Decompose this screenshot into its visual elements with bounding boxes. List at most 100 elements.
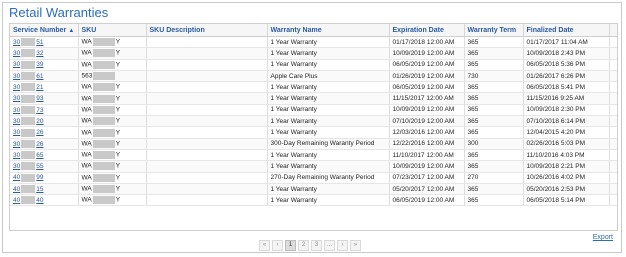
table-row[interactable]: 30 61 563 Apple Care Plus 01/26/2019 12:00 A… <box>10 70 617 83</box>
service-number-link[interactable]: 30 26 <box>13 139 43 148</box>
pager-page-1[interactable]: 1 <box>285 240 296 251</box>
cell-warranty-term: 365 <box>464 81 524 94</box>
cell-sku: WA Y <box>78 138 147 150</box>
service-number-link[interactable]: 30 51 <box>13 38 43 47</box>
table-row[interactable]: 40 40 WA Y 1 Year Warranty 06/05/2019 12:00 A… <box>10 194 617 207</box>
pager-first-button[interactable]: « <box>259 240 270 251</box>
service-number-link[interactable]: 30 39 <box>13 60 43 69</box>
cell-sku: WA Y <box>78 92 147 105</box>
pager-page-2[interactable]: 2 <box>298 240 309 251</box>
col-header-warranty-name[interactable]: Warranty Name <box>267 24 390 37</box>
pager-more-button[interactable]: ... <box>324 240 335 251</box>
table-row[interactable]: 30 73 WA Y 1 Year Warranty 10/09/2019 12:00 A… <box>10 104 617 117</box>
table-row[interactable]: 30 39 WA Y 1 Year Warranty 06/05/2019 12:00 A… <box>10 59 617 71</box>
cell-sku-description <box>146 194 268 207</box>
col-header-sku-description[interactable]: SKU Description <box>146 24 268 37</box>
service-number-link[interactable]: 40 40 <box>13 196 43 205</box>
cell-finalized-date: 01/26/2017 6:26 PM <box>523 70 610 83</box>
redacted-block <box>92 173 115 182</box>
service-number-link[interactable]: 30 73 <box>13 105 43 114</box>
cell-service-number[interactable]: 30 32 <box>10 47 79 60</box>
cell-service-number[interactable]: 30 55 <box>10 160 79 173</box>
redacted-block <box>92 139 115 148</box>
cell-service-number[interactable]: 40 40 <box>10 194 79 207</box>
table-row[interactable]: 30 26 WA Y 300-Day Remaining Waranty Period 1… <box>10 138 617 150</box>
col-header-warranty-term[interactable]: Warranty Term <box>464 24 524 37</box>
redacted-block <box>92 185 115 193</box>
cell-sku-description <box>146 160 268 173</box>
cell-spacer <box>609 115 617 128</box>
cell-warranty-name: 270-Day Remaining Waranty Period <box>267 172 390 184</box>
pager-last-button[interactable]: » <box>350 240 361 251</box>
table-row[interactable]: 30 65 WA Y 1 Year Warranty 11/10/2017 12:00 A… <box>10 149 617 162</box>
col-header-service-number[interactable]: Service Number ▲ <box>10 24 79 37</box>
table-row[interactable]: 40 99 WA Y 270-Day Remaining Waranty Period 0… <box>10 172 617 184</box>
cell-service-number[interactable]: 30 51 <box>10 36 79 49</box>
service-number-link[interactable]: 30 32 <box>13 49 43 58</box>
service-number-link[interactable]: 30 55 <box>13 162 43 171</box>
redacted-block <box>92 38 115 47</box>
grid-header-row: Service Number ▲ SKU SKU Description Warr… <box>10 24 617 37</box>
table-row[interactable]: 30 20 WA Y 1 Year Warranty 07/10/2019 12:00 A… <box>10 115 617 128</box>
cell-service-number[interactable]: 30 39 <box>10 59 79 71</box>
cell-warranty-term: 730 <box>464 70 524 83</box>
cell-spacer <box>609 81 617 94</box>
service-number-link[interactable]: 40 99 <box>13 173 43 182</box>
table-row[interactable]: 30 32 WA Y 1 Year Warranty 10/09/2019 12:00 A… <box>10 47 617 60</box>
service-number-link[interactable]: 30 93 <box>13 94 43 103</box>
redacted-block <box>21 38 36 47</box>
pager: « ‹ 1 2 3 ... › » <box>259 240 361 251</box>
cell-sku-description <box>146 92 268 105</box>
cell-service-number[interactable]: 30 65 <box>10 149 79 162</box>
col-header-sku[interactable]: SKU <box>78 24 147 37</box>
cell-service-number[interactable]: 30 93 <box>10 92 79 105</box>
redacted-block <box>21 83 36 92</box>
service-number-link[interactable]: 30 20 <box>13 117 43 126</box>
cell-warranty-term: 300 <box>464 138 524 150</box>
cell-service-number[interactable]: 40 99 <box>10 172 79 184</box>
pager-next-button[interactable]: › <box>337 240 348 251</box>
warranties-grid: Service Number ▲ SKU SKU Description Warr… <box>9 23 618 231</box>
table-row[interactable]: 30 51 WA Y 1 Year Warranty 01/17/2018 12:00 A… <box>10 36 617 49</box>
col-header-expiration-date[interactable]: Expiration Date <box>389 24 465 37</box>
retail-warranties-panel: Retail Warranties Service Number ▲ SKU SK… <box>2 2 622 253</box>
cell-sku-description <box>146 47 268 60</box>
cell-expiration-date: 11/15/2017 12:00 AM <box>389 92 465 105</box>
cell-warranty-name: Apple Care Plus <box>267 70 390 83</box>
cell-expiration-date: 07/23/2017 12:00 AM <box>389 172 465 184</box>
redacted-block <box>21 185 36 193</box>
cell-service-number[interactable]: 30 20 <box>10 115 79 128</box>
cell-spacer <box>609 47 617 60</box>
cell-sku: WA Y <box>78 115 147 128</box>
pager-page-3[interactable]: 3 <box>311 240 322 251</box>
service-number-link[interactable]: 30 21 <box>13 83 43 92</box>
service-number-link[interactable]: 30 61 <box>13 72 43 81</box>
service-number-link[interactable]: 30 26 <box>13 128 43 137</box>
cell-warranty-name: 1 Year Warranty <box>267 47 390 60</box>
export-link[interactable]: Export <box>593 234 613 241</box>
cell-warranty-name: 1 Year Warranty <box>267 183 390 196</box>
pager-prev-button[interactable]: ‹ <box>272 240 283 251</box>
cell-expiration-date: 01/26/2019 12:00 AM <box>389 70 465 83</box>
table-row[interactable]: 40 15 WA Y 1 Year Warranty 05/20/2017 12:00 A… <box>10 183 617 196</box>
table-row[interactable]: 30 26 WA Y 1 Year Warranty 12/03/2016 12:00 A… <box>10 126 617 139</box>
cell-service-number[interactable]: 30 73 <box>10 104 79 117</box>
cell-warranty-name: 1 Year Warranty <box>267 194 390 207</box>
service-number-link[interactable]: 30 65 <box>13 151 43 160</box>
cell-service-number[interactable]: 30 61 <box>10 70 79 83</box>
cell-warranty-term: 365 <box>464 47 524 60</box>
cell-service-number[interactable]: 30 21 <box>10 81 79 94</box>
cell-warranty-name: 1 Year Warranty <box>267 59 390 71</box>
service-number-link[interactable]: 40 15 <box>13 185 43 193</box>
cell-service-number[interactable]: 30 26 <box>10 138 79 150</box>
cell-sku: WA Y <box>78 81 147 94</box>
table-row[interactable]: 30 21 WA Y 1 Year Warranty 06/05/2019 12:00 A… <box>10 81 617 94</box>
col-header-finalized-date[interactable]: Finalized Date <box>523 24 610 37</box>
cell-spacer <box>609 149 617 162</box>
cell-service-number[interactable]: 40 15 <box>10 183 79 196</box>
cell-service-number[interactable]: 30 26 <box>10 126 79 139</box>
table-row[interactable]: 30 93 WA Y 1 Year Warranty 11/15/2017 12:00 A… <box>10 92 617 105</box>
cell-warranty-name: 1 Year Warranty <box>267 160 390 173</box>
table-row[interactable]: 30 55 WA Y 1 Year Warranty 10/09/2019 12:00 A… <box>10 160 617 173</box>
redacted-block <box>92 49 115 58</box>
